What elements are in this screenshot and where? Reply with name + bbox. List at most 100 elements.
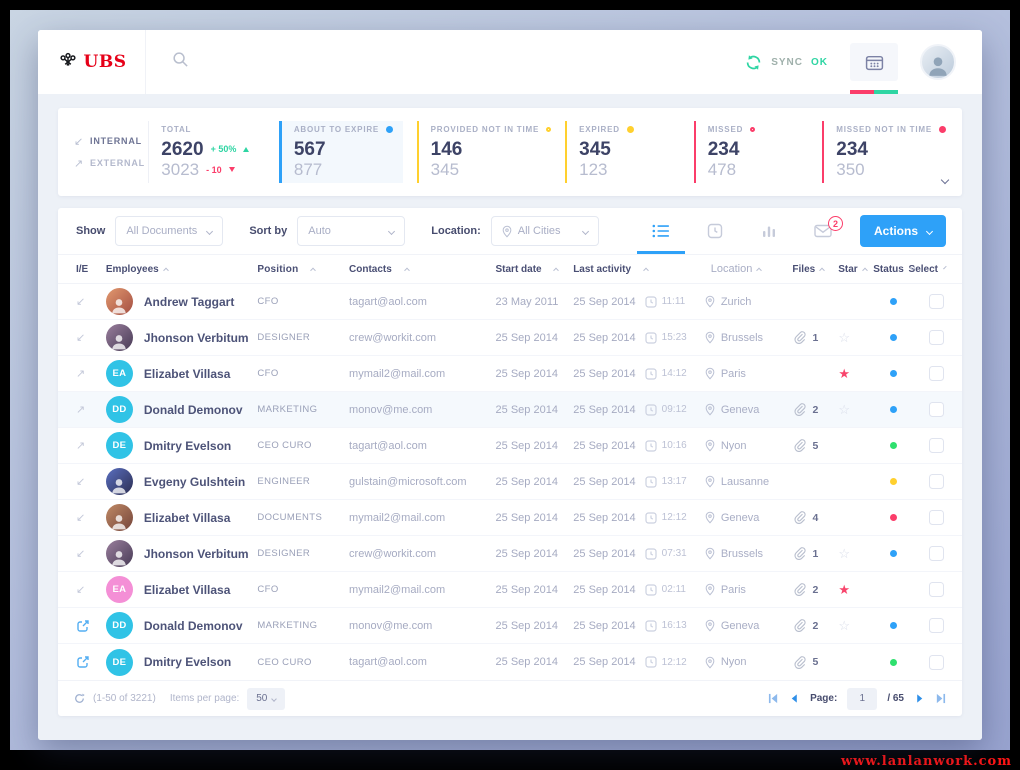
refresh-button[interactable] bbox=[74, 693, 85, 704]
contact-email: crew@workit.com bbox=[349, 331, 436, 344]
col-select[interactable]: Select bbox=[909, 264, 947, 275]
row-checkbox[interactable] bbox=[929, 654, 945, 670]
star-cell[interactable]: ☆ bbox=[838, 403, 872, 416]
show-dropdown[interactable]: All Documents bbox=[115, 216, 224, 246]
pin-icon bbox=[705, 511, 715, 524]
next-page-button[interactable] bbox=[914, 693, 925, 704]
table-row[interactable]: ↗ EA Elizabet Villasa CFO mymail2@mail.co… bbox=[58, 356, 962, 392]
per-page-select[interactable]: 50 bbox=[247, 687, 286, 710]
last-activity: 25 Sep 2014 07:31 bbox=[573, 547, 687, 560]
col-star[interactable]: Star bbox=[838, 264, 872, 275]
star-cell[interactable]: ☆ bbox=[838, 619, 872, 632]
row-checkbox[interactable] bbox=[929, 330, 945, 345]
row-checkbox[interactable] bbox=[929, 474, 945, 489]
table-row[interactable]: ↙ Andrew Taggart CFO tagart@aol.com 23 M… bbox=[58, 284, 962, 320]
brand-logo[interactable]: UBS bbox=[38, 30, 146, 94]
contact-email: tagart@aol.com bbox=[349, 656, 427, 668]
position: ENGINEER bbox=[257, 476, 311, 487]
row-checkbox[interactable] bbox=[929, 510, 945, 525]
star-cell[interactable]: ★ bbox=[838, 367, 872, 380]
user-avatar[interactable] bbox=[920, 44, 956, 80]
table-row[interactable]: DE Dmitry Evelson CEO CURO tagart@aol.com… bbox=[58, 644, 962, 680]
actions-button[interactable]: Actions bbox=[859, 215, 946, 247]
star-filled-icon[interactable]: ★ bbox=[838, 583, 850, 596]
start-date: 25 Sep 2014 bbox=[495, 331, 558, 344]
page-input[interactable]: 1 bbox=[847, 687, 878, 710]
refresh-icon bbox=[75, 693, 85, 703]
internal-arrow-icon: ↙ bbox=[76, 584, 86, 596]
sort-up-icon bbox=[861, 267, 868, 274]
paperclip-icon bbox=[793, 331, 806, 344]
table-row[interactable]: ↙ Elizabet Villasa DOCUMENTS mymail2@mai… bbox=[58, 500, 962, 536]
col-employees[interactable]: Employees bbox=[106, 264, 257, 275]
col-ie[interactable]: I/E bbox=[76, 264, 106, 275]
files-cell: 5 bbox=[793, 655, 839, 669]
status-dot bbox=[889, 334, 897, 341]
tab-mail-view[interactable]: 2 bbox=[796, 208, 850, 254]
location-dropdown[interactable]: All Cities bbox=[490, 216, 599, 246]
last-activity: 25 Sep 2014 12:12 bbox=[573, 656, 687, 668]
table-row[interactable]: ↗ DE Dmitry Evelson CEO CURO tagart@aol.c… bbox=[58, 428, 962, 464]
row-checkbox[interactable] bbox=[929, 618, 945, 633]
star-empty-icon[interactable]: ☆ bbox=[838, 619, 850, 632]
tab-list-view[interactable] bbox=[634, 208, 688, 254]
col-start-date[interactable]: Start date bbox=[495, 264, 573, 275]
star-filled-icon[interactable]: ★ bbox=[838, 367, 850, 380]
status-cell bbox=[872, 514, 914, 521]
clock-icon bbox=[645, 656, 657, 668]
last-page-button[interactable] bbox=[935, 693, 946, 704]
start-date: 23 May 2011 bbox=[495, 295, 559, 308]
prev-page-button[interactable] bbox=[789, 693, 800, 704]
table-row[interactable]: ↙ Evgeny Gulshtein ENGINEER gulstain@mic… bbox=[58, 464, 962, 500]
search-button[interactable] bbox=[172, 51, 189, 73]
internal-arrow-icon: ↙ bbox=[76, 512, 86, 524]
position: DOCUMENTS bbox=[257, 512, 323, 523]
stats-collapse-button[interactable] bbox=[940, 170, 950, 188]
avatar bbox=[105, 324, 133, 351]
row-checkbox[interactable] bbox=[929, 438, 945, 453]
status-dot bbox=[889, 406, 897, 413]
table-row-highlighted[interactable]: ↗ DD Donald Demonov MARKETING monov@me.co… bbox=[58, 392, 962, 428]
col-files[interactable]: Files bbox=[792, 264, 838, 275]
sort-dropdown[interactable]: Auto bbox=[297, 216, 406, 246]
clock-icon bbox=[645, 583, 657, 596]
star-empty-icon[interactable]: ☆ bbox=[838, 331, 850, 344]
star-empty-icon[interactable]: ☆ bbox=[838, 403, 850, 416]
col-location[interactable]: Location bbox=[705, 263, 793, 275]
external-link-icon[interactable] bbox=[76, 619, 90, 633]
stat-missed[interactable]: MISSED 234 478 bbox=[693, 121, 809, 183]
row-checkbox[interactable] bbox=[929, 402, 945, 417]
row-checkbox[interactable] bbox=[929, 546, 945, 561]
stat-about-to-expire[interactable]: ABOUT TO EXPIRE 567 877 bbox=[278, 121, 403, 183]
brand-name: UBS bbox=[83, 52, 127, 72]
table-row[interactable]: ↙ EA Elizabet Villasa CFO mymail2@mail.co… bbox=[58, 572, 962, 608]
stat-provided-not-in-time[interactable]: PROVIDED NOT IN TIME 146 345 bbox=[416, 121, 552, 183]
sync-button[interactable]: SYNC OK bbox=[744, 53, 828, 72]
external-link-icon[interactable] bbox=[76, 655, 90, 669]
pin-icon bbox=[502, 225, 512, 237]
tab-chart-view[interactable] bbox=[742, 208, 796, 254]
stat-missed-not-in-time[interactable]: MISSED NOT IN TIME 234 350 bbox=[822, 121, 946, 183]
tab-recent-view[interactable] bbox=[688, 208, 742, 254]
row-checkbox[interactable] bbox=[929, 582, 945, 597]
calendar-button[interactable] bbox=[850, 43, 898, 81]
table-row[interactable]: ↙ Jhonson Verbitum DESIGNER crew@workit.… bbox=[58, 320, 962, 356]
row-checkbox[interactable] bbox=[929, 366, 945, 381]
first-page-button[interactable] bbox=[768, 693, 779, 704]
star-cell[interactable]: ☆ bbox=[838, 331, 872, 344]
stat-expired[interactable]: EXPIRED 345 123 bbox=[565, 121, 680, 183]
col-contacts[interactable]: Contacts bbox=[349, 264, 495, 275]
table-row[interactable]: DD Donald Demonov MARKETING monov@me.com … bbox=[58, 608, 962, 644]
col-last-activity[interactable]: Last activity bbox=[573, 264, 705, 275]
paperclip-icon bbox=[793, 511, 806, 524]
star-empty-icon[interactable]: ☆ bbox=[838, 547, 850, 560]
row-checkbox[interactable] bbox=[929, 294, 945, 309]
position: CEO CURO bbox=[257, 440, 312, 451]
star-cell[interactable]: ☆ bbox=[838, 547, 872, 560]
table-row[interactable]: ↙ Jhonson Verbitum DESIGNER crew@workit.… bbox=[58, 536, 962, 572]
person-icon bbox=[112, 551, 127, 566]
star-cell[interactable]: ★ bbox=[838, 583, 872, 596]
col-position[interactable]: Position bbox=[257, 264, 349, 275]
status-cell bbox=[872, 298, 914, 305]
last-activity: 25 Sep 2014 15:23 bbox=[573, 331, 687, 344]
